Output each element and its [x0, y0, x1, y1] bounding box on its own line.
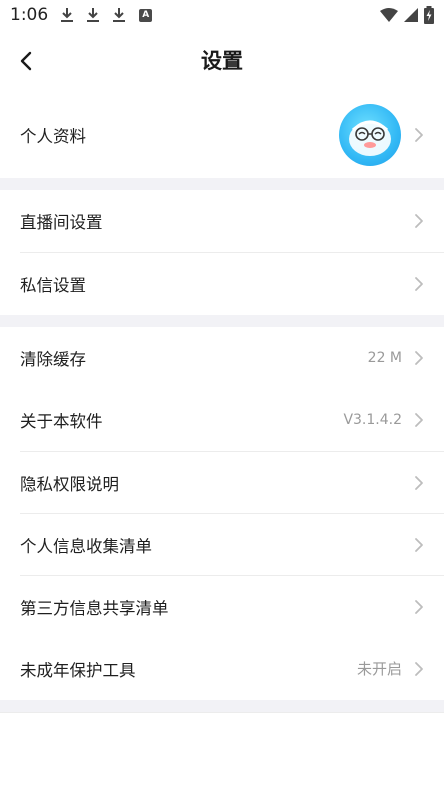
- section-gap: [0, 700, 444, 712]
- row-label: 隐私权限说明: [20, 474, 119, 494]
- profile-row[interactable]: 个人资料: [0, 92, 444, 178]
- version-value: V3.1.4.2: [343, 412, 402, 428]
- cache-size-value: 22 M: [367, 350, 402, 366]
- row-label: 第三方信息共享清单: [20, 598, 169, 618]
- row-label: 关于本软件: [20, 412, 103, 431]
- chevron-right-icon: [415, 661, 423, 676]
- chevron-right-icon: [415, 128, 423, 142]
- status-time: 1:06: [10, 5, 49, 25]
- wifi-icon: [380, 8, 398, 22]
- minor-protection-status: 未开启: [356, 660, 402, 678]
- row-label: 私信设置: [20, 276, 86, 295]
- download-icon: [86, 7, 100, 23]
- row-label: 清除缓存: [20, 350, 86, 369]
- settings-row-live-room[interactable]: 直播间设置: [0, 190, 444, 252]
- chevron-right-icon: [415, 351, 423, 365]
- settings-row-about[interactable]: 关于本软件 V3.1.4.2: [0, 389, 444, 451]
- back-arrow-icon: [20, 51, 32, 71]
- signal-icon: [404, 8, 418, 22]
- chevron-right-icon: [415, 599, 423, 614]
- download-icon: [60, 7, 74, 23]
- row-label: 未成年保护工具: [20, 660, 136, 680]
- settings-row-clear-cache[interactable]: 清除缓存 22 M: [0, 327, 444, 389]
- settings-row-third-party-sharing[interactable]: 第三方信息共享清单: [0, 576, 444, 637]
- a-notification-icon: A: [139, 8, 153, 22]
- row-label: 个人信息收集清单: [20, 536, 152, 556]
- settings-row-personal-info-list[interactable]: 个人信息收集清单: [0, 514, 444, 575]
- battery-charging-icon: [424, 6, 434, 24]
- back-button[interactable]: [12, 47, 40, 75]
- page-title: 设置: [201, 49, 243, 73]
- chevron-right-icon: [415, 413, 423, 427]
- download-icon: [112, 7, 126, 23]
- section-gap: [0, 315, 444, 327]
- status-right-icons: [380, 6, 434, 24]
- settings-row-minor-protection[interactable]: 未成年保护工具 未开启: [0, 637, 444, 700]
- settings-row-privacy-permissions[interactable]: 隐私权限说明: [0, 452, 444, 513]
- row-label: 直播间设置: [20, 213, 103, 232]
- status-bar: 1:06 A: [0, 0, 444, 30]
- profile-label: 个人资料: [20, 127, 86, 146]
- chevron-right-icon: [415, 277, 423, 291]
- settings-row-private-message[interactable]: 私信设置: [0, 253, 444, 315]
- header: 设置: [0, 30, 444, 92]
- chevron-right-icon: [415, 475, 423, 490]
- section-gap: [0, 178, 444, 190]
- avatar: [339, 104, 401, 166]
- chevron-right-icon: [415, 537, 423, 552]
- chevron-right-icon: [415, 214, 423, 228]
- bottom-divider: [0, 712, 444, 713]
